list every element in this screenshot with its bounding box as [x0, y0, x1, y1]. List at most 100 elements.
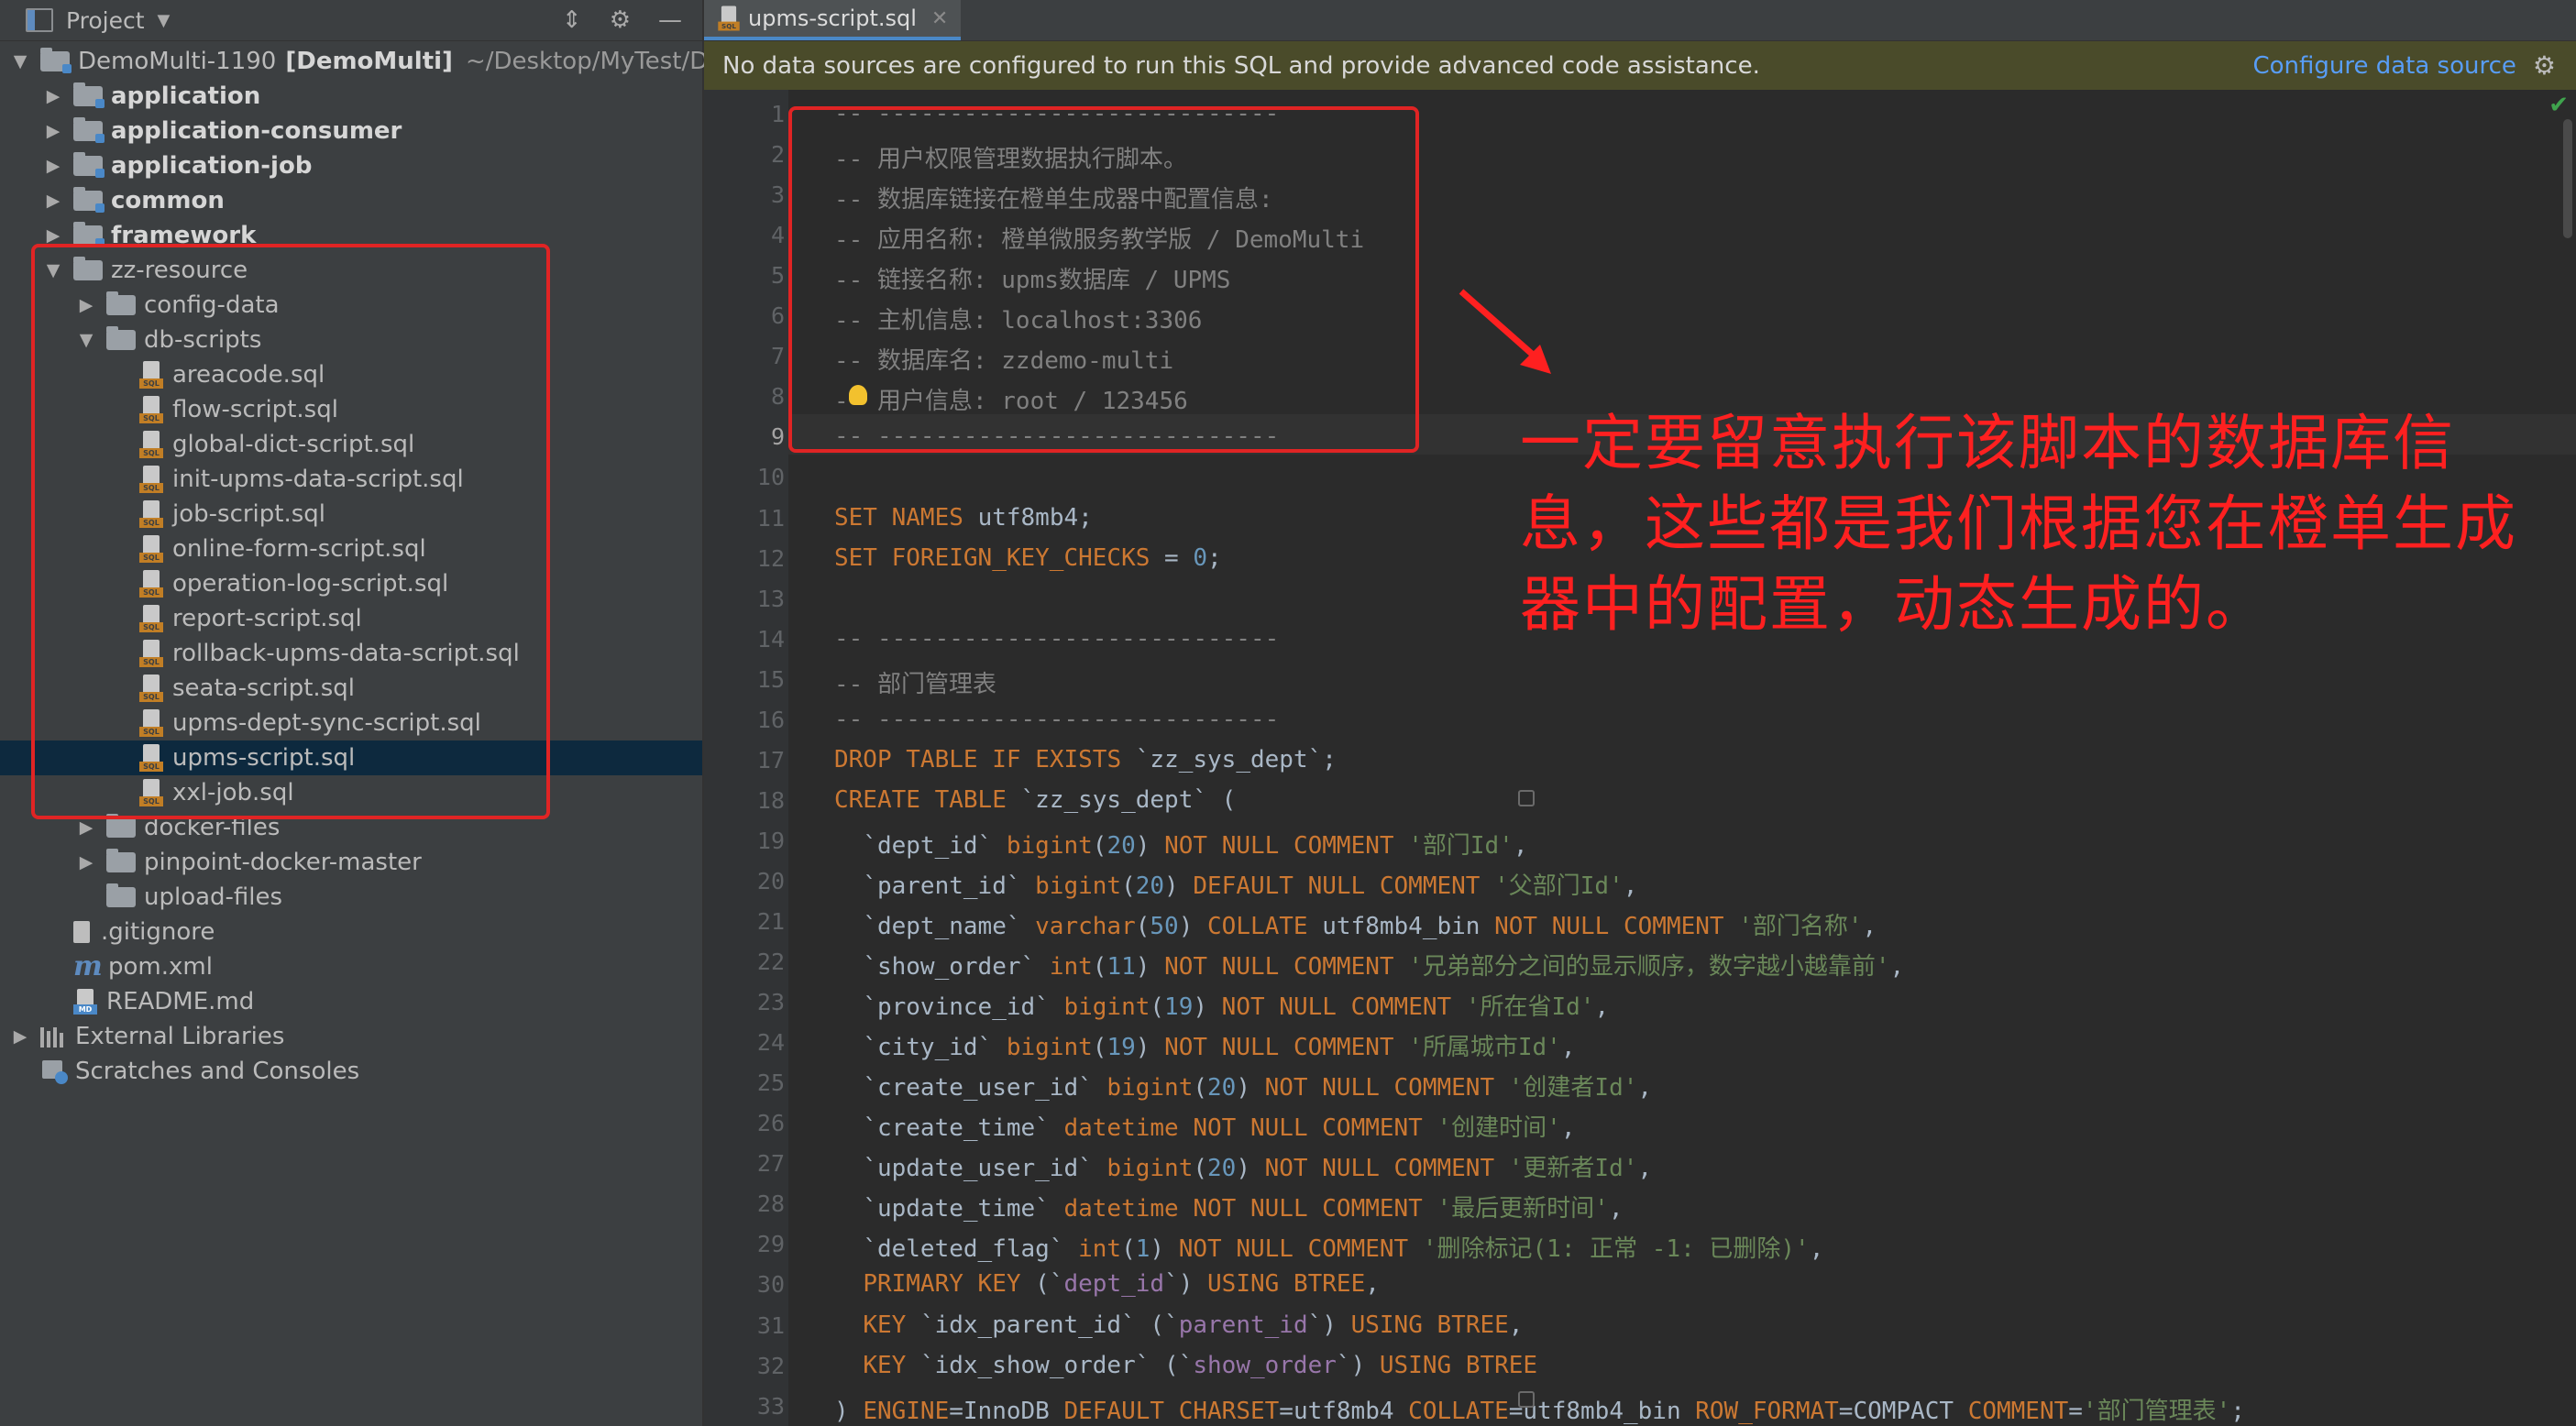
lightbulb-icon[interactable]	[849, 385, 867, 406]
chevron-right-icon[interactable]: ▶	[11, 1026, 29, 1047]
tree-item[interactable]: ▶SQLjob-script.sql	[0, 497, 702, 532]
tree-item[interactable]: ▶SQLonline-form-script.sql	[0, 532, 702, 566]
chevron-right-icon[interactable]: ▶	[44, 225, 62, 246]
code-line[interactable]: -- ----------------------------	[834, 100, 1279, 127]
tree-item[interactable]: ▶SQLupms-script.sql	[0, 740, 702, 775]
code-line[interactable]: `city_id` bigint(19) NOT NULL COMMENT '所…	[834, 1028, 1575, 1062]
vertical-scrollbar[interactable]	[2563, 119, 2572, 238]
code-line[interactable]: -- 数据库链接在橙单生成器中配置信息:	[834, 181, 1273, 214]
chevron-down-icon[interactable]: ▼	[11, 51, 29, 71]
folder-icon	[106, 849, 136, 872]
code-line[interactable]: `deleted_flag` int(1) NOT NULL COMMENT '…	[834, 1230, 1823, 1264]
close-icon[interactable]: ✕	[931, 7, 948, 30]
tree-item[interactable]: ▶SQLreport-script.sql	[0, 601, 702, 636]
project-panel-header: Project ▼ ⇕ ⚙ —	[0, 0, 702, 41]
line-number: 23	[756, 989, 785, 1016]
tree-item[interactable]: ▶ application	[0, 79, 702, 114]
code-line[interactable]: -- ----------------------------	[834, 706, 1279, 733]
tree-item[interactable]: ▶Scratches and Consoles	[0, 1054, 702, 1089]
code-line[interactable]: PRIMARY KEY (`dept_id`) USING BTREE,	[834, 1270, 1380, 1298]
chevron-right-icon[interactable]: ▶	[44, 86, 62, 106]
code-line[interactable]: -- 主机信息: localhost:3306	[834, 302, 1202, 335]
line-number: 15	[756, 665, 785, 693]
code-line[interactable]: `create_time` datetime NOT NULL COMMENT …	[834, 1109, 1575, 1143]
collapse-all-icon[interactable]: ⇕	[562, 6, 582, 34]
code-line[interactable]: ) ENGINE=InnoDB DEFAULT CHARSET=utf8mb4 …	[834, 1392, 2245, 1426]
line-number: 3	[770, 181, 785, 209]
tree-item[interactable]: ▶ framework	[0, 218, 702, 253]
chevron-down-icon[interactable]: ▼	[158, 11, 171, 30]
configure-data-source-link[interactable]: Configure data source	[2252, 52, 2515, 80]
tree-item-label: docker-files	[144, 814, 281, 841]
tree-item[interactable]: ▶SQLrollback-upms-data-script.sql	[0, 636, 702, 671]
tree-item-label: rollback-upms-data-script.sql	[172, 640, 520, 667]
code-line[interactable]: DROP TABLE IF EXISTS `zz_sys_dept`;	[834, 746, 1337, 773]
chevron-right-icon[interactable]: ▶	[77, 817, 95, 838]
tree-item[interactable]: ▶.gitignore	[0, 915, 702, 949]
project-panel-title[interactable]: Project	[66, 7, 145, 34]
line-number: 9	[770, 423, 785, 451]
tree-item[interactable]: ▶SQLupms-dept-sync-script.sql	[0, 706, 702, 740]
tree-item[interactable]: ▶upload-files	[0, 880, 702, 915]
code-line[interactable]: -- 用户信息: root / 123456	[834, 382, 1188, 416]
chevron-right-icon[interactable]: ▶	[44, 191, 62, 211]
code-line[interactable]: -- 部门管理表	[834, 665, 996, 699]
tree-item[interactable]: ▶ docker-files	[0, 810, 702, 845]
chevron-right-icon[interactable]: ▶	[44, 121, 62, 141]
tree-item[interactable]: ▶ common	[0, 183, 702, 218]
tree-item[interactable]: ▶ config-data	[0, 288, 702, 323]
tree-item[interactable]: ▶SQLoperation-log-script.sql	[0, 566, 702, 601]
code-line[interactable]: `update_user_id` bigint(20) NOT NULL COM…	[834, 1149, 1652, 1183]
gear-icon[interactable]: ⚙	[610, 6, 631, 34]
code-line[interactable]: `create_user_id` bigint(20) NOT NULL COM…	[834, 1069, 1652, 1102]
code-line[interactable]: KEY `idx_parent_id` (`parent_id`) USING …	[834, 1311, 1523, 1339]
tree-item[interactable]: ▶SQLglobal-dict-script.sql	[0, 427, 702, 462]
chevron-down-icon[interactable]: ▼	[44, 260, 62, 280]
tree-item[interactable]: ▼ db-scripts	[0, 323, 702, 357]
chevron-right-icon[interactable]: ▶	[77, 852, 95, 872]
tree-item[interactable]: ▶SQLseata-script.sql	[0, 671, 702, 706]
code-line[interactable]: -- ----------------------------	[834, 625, 1279, 653]
sql-file-icon: SQL	[139, 396, 163, 423]
tree-item[interactable]: ▶MDREADME.md	[0, 984, 702, 1019]
tree-item[interactable]: ▶SQLinit-upms-data-script.sql	[0, 462, 702, 497]
tree-item[interactable]: ▶ pinpoint-docker-master	[0, 845, 702, 880]
hide-panel-icon[interactable]: —	[658, 6, 682, 34]
tree-item[interactable]: ▶ application-consumer	[0, 114, 702, 148]
code-line[interactable]: -- 用户权限管理数据执行脚本。	[834, 140, 1187, 174]
code-line[interactable]: `update_time` datetime NOT NULL COMMENT …	[834, 1190, 1623, 1223]
tree-item[interactable]: ▶ External Libraries	[0, 1019, 702, 1054]
tree-item[interactable]: ▼ DemoMulti-1190 [DemoMulti] ~/Desktop/MyTe…	[0, 44, 708, 79]
code-line[interactable]: `show_order` int(11) NOT NULL COMMENT '兄…	[834, 948, 1904, 982]
code-line[interactable]: -- 链接名称: upms数据库 / UPMS	[834, 261, 1230, 295]
tree-item[interactable]: ▼ zz-resource	[0, 253, 702, 288]
chevron-right-icon[interactable]: ▶	[44, 156, 62, 176]
code-line[interactable]: SET NAMES utf8mb4;	[834, 504, 1093, 532]
gear-icon[interactable]: ⚙	[2533, 50, 2556, 81]
line-number: 14	[756, 625, 785, 653]
code-line[interactable]: KEY `idx_show_order` (`show_order`) USIN…	[834, 1352, 1537, 1379]
fold-icon[interactable]	[1518, 1391, 1535, 1408]
code-line[interactable]: SET FOREIGN_KEY_CHECKS = 0;	[834, 544, 1222, 572]
code-line[interactable]: `province_id` bigint(19) NOT NULL COMMEN…	[834, 988, 1609, 1022]
tree-item[interactable]: ▶ application-job	[0, 148, 702, 183]
tab-upms-script[interactable]: SQL upms-script.sql ✕	[704, 0, 962, 40]
code-line[interactable]: `dept_name` varchar(50) COLLATE utf8mb4_…	[834, 907, 1877, 941]
tree-item[interactable]: ▶mpom.xml	[0, 949, 702, 984]
tree-item[interactable]: ▶SQLflow-script.sql	[0, 392, 702, 427]
chevron-right-icon[interactable]: ▶	[77, 295, 95, 315]
code-line[interactable]: -- ----------------------------	[834, 422, 1279, 450]
code-line[interactable]: -- 应用名称: 橙单微服务教学版 / DemoMulti	[834, 221, 1364, 255]
folder-icon	[73, 82, 105, 108]
banner-text: No data sources are configured to run th…	[722, 51, 1760, 80]
tree-item[interactable]: ▶SQLareacode.sql	[0, 357, 702, 392]
code-line[interactable]: `parent_id` bigint(20) DEFAULT NULL COMM…	[834, 867, 1637, 901]
chevron-down-icon[interactable]: ▼	[77, 330, 95, 350]
code-line[interactable]: -- 数据库名: zzdemo-multi	[834, 342, 1173, 376]
tree-item-label: online-form-script.sql	[172, 535, 426, 563]
code-line[interactable]: CREATE TABLE `zz_sys_dept` (	[834, 786, 1236, 814]
code-line[interactable]: `dept_id` bigint(20) NOT NULL COMMENT '部…	[834, 827, 1527, 861]
line-number: 17	[756, 746, 785, 773]
fold-icon[interactable]	[1518, 790, 1535, 806]
tree-item[interactable]: ▶SQLxxl-job.sql	[0, 775, 702, 810]
